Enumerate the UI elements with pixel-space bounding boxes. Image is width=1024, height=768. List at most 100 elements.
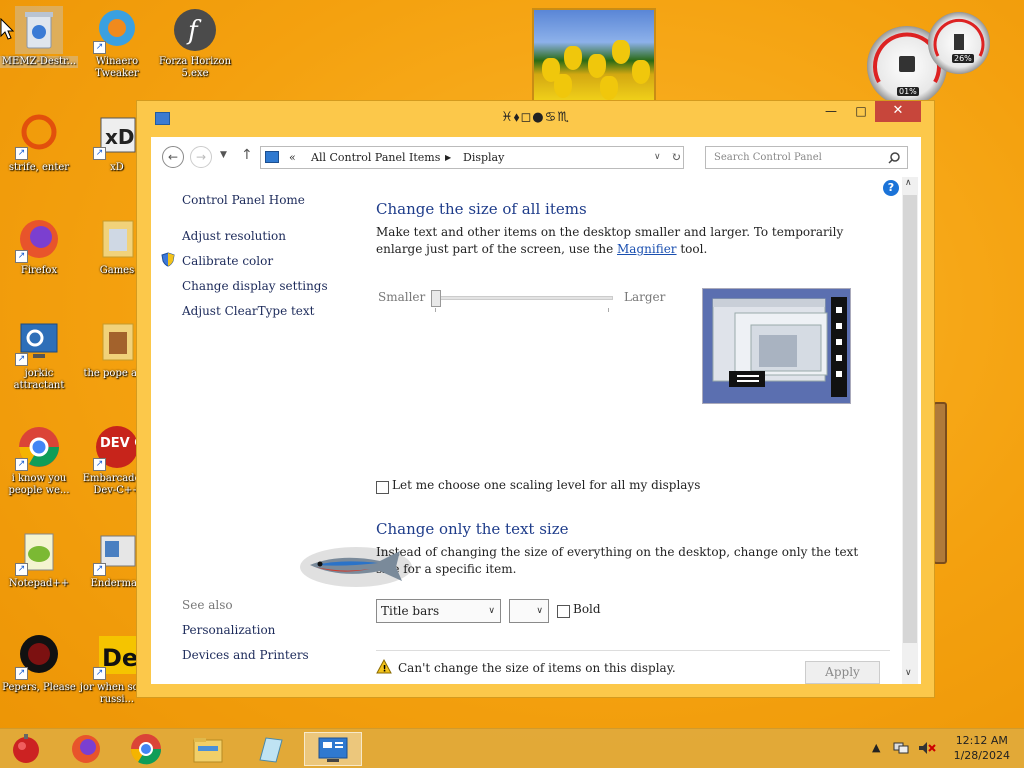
heading-change-text-size: Change only the text size [376,520,569,538]
content-pane: Control Panel Home Adjust resolution Cal… [151,177,921,684]
breadcrumb-overflow[interactable]: « [289,147,296,168]
desktop-icon-firefox[interactable]: ↗ Firefox [0,215,78,277]
back-button[interactable]: ← [162,146,184,168]
svg-text:xD: xD [105,125,135,149]
taskbar-control-panel[interactable] [304,732,362,766]
taskbar-firefox[interactable] [66,732,106,766]
photo-gadget[interactable] [532,8,656,104]
vertical-scrollbar[interactable]: ∧ ∨ [902,177,918,684]
start-button[interactable] [6,732,46,766]
link-calibrate-color[interactable]: Calibrate color [182,254,273,268]
ram-gauge[interactable]: 26% [928,12,990,74]
size-slider-thumb[interactable] [431,290,441,307]
desktop-icon-strife[interactable]: ↗ strife, enter [0,112,78,174]
icon-label: Pepers, Please [2,682,76,693]
shortcut-arrow-icon: ↗ [15,250,28,263]
taskbar-chrome[interactable] [126,732,166,766]
system-clock[interactable]: 12:12 AM 1/28/2024 [954,733,1010,763]
description-change-size: Make text and other items on the desktop… [376,224,881,258]
shortcut-arrow-icon: ↗ [15,353,28,366]
settings-monitor-icon: ↗ [15,318,63,366]
desktop-icon-forza[interactable]: f Forza Horizon 5.exe [156,6,234,80]
desktop-icon-winaero[interactable]: ↗ Winaero Tweaker [78,6,156,80]
scroll-down-icon[interactable]: ∨ [905,668,912,678]
apply-button[interactable]: Apply [805,661,880,684]
up-arrow-icon[interactable]: ↑ [241,147,253,163]
shortcut-arrow-icon: ↗ [93,147,106,160]
title-bar[interactable]: ♓︎⬧︎◻︎●︎♋︎♏︎ — □ ✕ [137,101,934,137]
side-gadget[interactable] [933,402,947,564]
notepadpp-icon: ↗ [15,528,63,576]
control-panel-icon [318,737,348,762]
link-devices-printers[interactable]: Devices and Printers [182,648,309,662]
size-slider-track[interactable] [431,296,613,300]
bold-checkbox[interactable] [557,605,570,618]
flash-icon: f [171,6,219,54]
desktop-icon-papers-please[interactable]: ↗ Pepers, Please [0,632,78,694]
text-item-select-value: Title bars [381,604,440,618]
icon-label: strife, enter [8,162,70,173]
shortcut-arrow-icon: ↗ [93,41,106,54]
desktop-icon-notepadpp[interactable]: ↗ Notepad++ [0,528,78,590]
link-control-panel-home[interactable]: Control Panel Home [182,193,305,207]
recent-pages-chevron-icon[interactable]: ▼ [220,150,227,160]
search-input[interactable]: Search Control Panel [705,146,908,169]
scroll-up-icon[interactable]: ∧ [905,178,912,188]
enderman-icon: ↗ [93,528,141,576]
papers-please-icon: ↗ [15,632,63,680]
scaling-level-label[interactable]: Let me choose one scaling level for all … [392,477,792,494]
link-adjust-resolution[interactable]: Adjust resolution [182,229,286,243]
search-icon [888,152,900,164]
xd-icon: xD ↗ [93,112,141,160]
font-size-select[interactable]: ∨ [509,599,549,623]
maximize-button[interactable]: □ [847,101,875,122]
text-item-select[interactable]: Title bars ∨ [376,599,501,623]
window-title: ♓︎⬧︎◻︎●︎♋︎♏︎ [501,110,570,125]
link-adjust-cleartype[interactable]: Adjust ClearType text [182,304,315,318]
dropdown-arrow-icon: ∨ [536,606,543,616]
dev-badge-text: DEV C++ [100,436,141,451]
shortcut-arrow-icon: ↗ [15,458,28,471]
chrome-icon [130,734,162,765]
link-change-display-settings[interactable]: Change display settings [182,279,328,293]
network-icon[interactable] [893,741,909,755]
scaling-level-checkbox[interactable] [376,481,389,494]
show-hidden-icons-chevron-icon[interactable]: ▲ [872,741,880,754]
minimize-button[interactable]: — [817,101,845,122]
link-personalization[interactable]: Personalization [182,623,275,637]
refresh-icon[interactable]: ↻ [671,147,681,168]
clock-date: 1/28/2024 [953,749,1010,762]
help-icon[interactable]: ? [883,180,899,196]
taskbar-file-explorer[interactable] [188,732,228,766]
scrollbar-thumb[interactable] [903,195,917,643]
address-dropdown-icon[interactable]: ∨ [654,147,661,168]
shortcut-arrow-icon: ↗ [93,667,106,680]
desktop-icon-jorkic[interactable]: ↗ jorkic attractant [0,318,78,392]
shortcut-arrow-icon: ↗ [93,563,106,576]
left-nav: Control Panel Home Adjust resolution Cal… [151,177,361,684]
forward-button[interactable]: → [190,146,212,168]
heading-change-size-all-items: Change the size of all items [376,200,587,218]
close-button[interactable]: ✕ [875,101,921,122]
warning-icon: ! [376,659,392,674]
breadcrumb-display[interactable]: Display [463,147,504,168]
warning-message: Can't change the size of items on this d… [398,661,676,675]
desktop-icon-chrome-shortcut[interactable]: ↗ i know you people we... [0,423,78,497]
shortcut-arrow-icon: ↗ [93,458,106,471]
taskbar-notepad[interactable] [250,732,290,766]
magnifier-link[interactable]: Magnifier [617,242,677,256]
control-panel-icon [265,151,279,163]
breadcrumb-all-items[interactable]: All Control Panel Items [311,147,440,168]
breadcrumb-separator-icon: ▶ [445,153,452,162]
display-window: ♓︎⬧︎◻︎●︎♋︎♏︎ — □ ✕ ← → ▼ ↑ « All Control… [136,100,935,698]
address-bar[interactable]: « All Control Panel Items ▶ Display ∨ ↻ [260,146,684,169]
ram-readout: 26% [952,54,974,63]
volume-muted-icon[interactable] [918,741,936,755]
icon-label: jorkic attractant [13,368,65,391]
taskbar: ▲ 12:12 AM 1/28/2024 [0,728,1024,768]
notepad-icon [259,737,283,763]
icon-label: Winaero Tweaker [95,56,139,79]
bold-label[interactable]: Bold [573,601,613,618]
recycle-bin-icon [15,6,63,54]
icon-label: Notepad++ [8,578,70,589]
